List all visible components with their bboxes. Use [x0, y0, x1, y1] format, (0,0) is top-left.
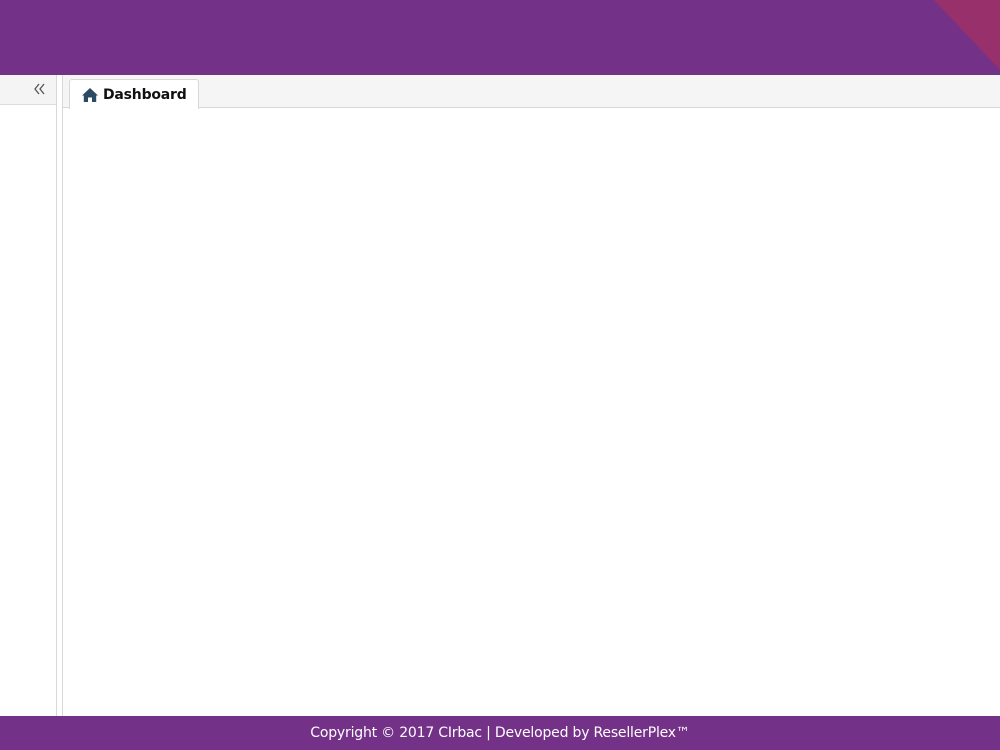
tab-dashboard[interactable]: Dashboard	[69, 79, 199, 109]
app-footer: Copyright © 2017 CIrbac | Developed by R…	[0, 716, 1000, 750]
main-panel: Dashboard	[63, 75, 1000, 716]
sidebar-collapse-button[interactable]	[33, 80, 47, 98]
app-header	[0, 0, 1000, 75]
home-icon	[82, 87, 98, 102]
footer-copyright: Copyright © 2017 CIrbac | Developed by R…	[310, 725, 690, 741]
header-corner-accent	[934, 0, 1000, 70]
double-chevron-left-icon	[34, 83, 45, 95]
sidebar-toolbar	[0, 75, 56, 105]
tab-label: Dashboard	[103, 86, 187, 103]
sidebar	[0, 75, 57, 716]
tab-bar: Dashboard	[63, 75, 1000, 109]
dashboard-content	[63, 108, 1000, 716]
